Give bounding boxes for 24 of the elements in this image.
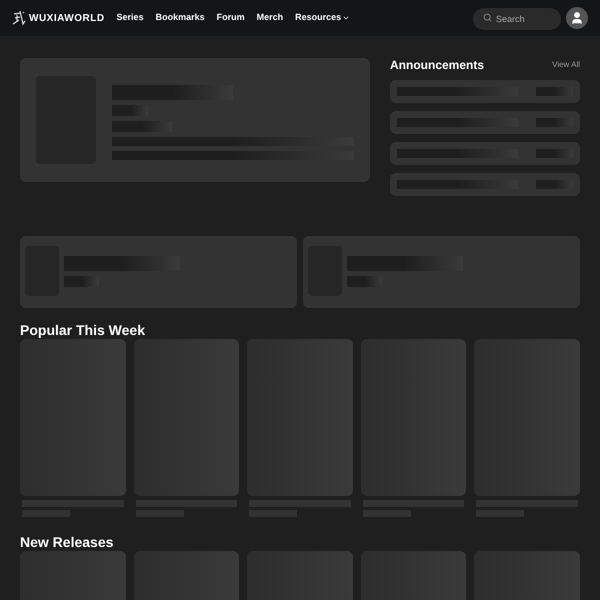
user-icon bbox=[570, 11, 584, 25]
nav-link[interactable]: Forum bbox=[216, 11, 245, 25]
placeholder-bar bbox=[536, 149, 573, 158]
search-icon bbox=[483, 13, 492, 22]
section-title: New Releases bbox=[20, 533, 114, 551]
brand-name: WUXIAWORLD bbox=[29, 12, 105, 26]
nav-link[interactable]: Merch bbox=[256, 11, 284, 25]
nav-link[interactable]: Bookmarks bbox=[156, 11, 205, 25]
placeholder-bar bbox=[536, 118, 573, 127]
view-all-link[interactable]: View All bbox=[552, 59, 580, 71]
logo-icon bbox=[12, 10, 26, 26]
nav-link[interactable]: Resources bbox=[295, 11, 350, 25]
placeholder-bar bbox=[64, 276, 99, 287]
nav-link[interactable]: Series bbox=[116, 11, 144, 25]
placeholder-bar bbox=[536, 180, 573, 189]
search-field[interactable]: Search bbox=[473, 8, 561, 30]
placeholder-bar bbox=[112, 121, 172, 132]
placeholder-bar bbox=[536, 87, 573, 96]
announcements-title: Announcements bbox=[390, 57, 484, 74]
chevron-icon bbox=[342, 14, 350, 22]
placeholder-bar bbox=[347, 276, 382, 287]
placeholder-bar bbox=[112, 105, 148, 116]
section-title: Popular This Week bbox=[20, 321, 146, 339]
profile-button[interactable] bbox=[566, 7, 588, 29]
